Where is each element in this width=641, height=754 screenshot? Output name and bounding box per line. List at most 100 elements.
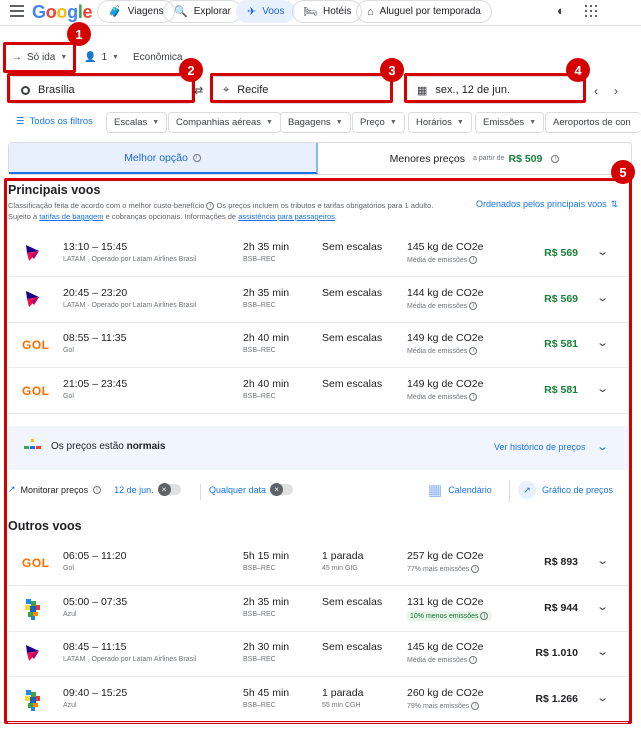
chevron-down-icon[interactable]: ⌄ <box>596 554 609 567</box>
emissions-comparison: Média de emissões i <box>407 301 478 310</box>
annotation-badge-1: 1 <box>67 22 91 46</box>
info-icon[interactable]: i <box>471 701 480 710</box>
next-date-icon[interactable]: › <box>614 84 618 98</box>
info-icon[interactable]: i <box>551 154 560 163</box>
info-icon[interactable]: i <box>469 301 478 310</box>
sort-icon: ⇅ <box>610 199 619 209</box>
filter-horarios[interactable]: Horários ▼ <box>408 112 472 133</box>
nav-voos[interactable]: ✈ Voos <box>236 0 296 23</box>
info-icon[interactable]: i <box>469 256 478 264</box>
airline-name: Gol <box>63 392 74 400</box>
info-icon[interactable]: i <box>469 347 478 355</box>
chevron-down-icon[interactable]: ⌄ <box>596 336 609 349</box>
track-any-toggle[interactable]: × <box>270 483 294 496</box>
tab-menores-precos[interactable]: Menores preços a partir de R$ 509 i <box>318 143 631 174</box>
flight-row[interactable]: 08:45 – 11:15 LATAM · Operado por Latam A… <box>8 632 628 677</box>
chevron-down-icon[interactable]: ⌄ <box>596 382 609 395</box>
filter-preco[interactable]: Preço ▼ <box>352 112 405 133</box>
menu-icon[interactable] <box>10 5 24 17</box>
price-history-link[interactable]: Ver histórico de preços <box>494 442 586 452</box>
info-icon[interactable]: i <box>206 202 215 211</box>
sort-order-button[interactable]: Ordenados pelos principais voos ⇅ <box>476 199 618 210</box>
flight-times: 06:05 – 11:20 <box>63 550 127 562</box>
co2-emissions: 145 kg de CO2e <box>407 241 484 253</box>
track-prices: ↗ Monitorar preços i 12 de jun. × <box>8 483 181 496</box>
flight-row[interactable]: GOL 08:55 – 11:35 Gol 2h 40 min BSB–REC Sem e… <box>8 323 628 368</box>
track-date-toggle[interactable]: × <box>157 483 181 496</box>
flight-price: R$ 944 <box>544 601 578 614</box>
flight-row[interactable]: 13:10 – 15:45 LATAM · Operado por Latam A… <box>8 232 628 277</box>
flight-duration: 2h 40 min <box>243 332 290 344</box>
flight-row[interactable]: GOL 06:05 – 11:20 Gol 5h 15 min BSB–REC 1 par… <box>8 541 628 586</box>
info-icon[interactable]: i <box>192 153 201 162</box>
chevron-down-icon[interactable]: ⌄ <box>596 600 609 613</box>
emissions-comparison: Média de emissões i <box>407 256 478 264</box>
co2-emissions: 257 kg de CO2e <box>407 550 484 562</box>
emissions-comparison: Média de emissões i <box>407 347 478 355</box>
baggage-fees-link[interactable]: tarifas de bagagem <box>39 212 103 221</box>
filter-aeroportos[interactable]: Aeroportos de con <box>545 112 641 133</box>
chevron-down-icon[interactable]: ⌄ <box>596 645 609 658</box>
passenger-assistance-link[interactable]: assistência para passageiros <box>238 212 335 221</box>
nav-explorar[interactable]: 🔍 Explorar <box>163 0 242 23</box>
dark-mode-icon[interactable]: ◐ <box>557 3 565 18</box>
trip-type-select[interactable]: → Só ida ▼ <box>12 52 67 63</box>
section-title-principais: Principais voos <box>8 183 101 197</box>
caret-down-icon: ▼ <box>456 119 464 126</box>
price-level-icon <box>24 439 41 453</box>
flight-row[interactable]: 20:45 – 23:20 LATAM · Operado por Latam A… <box>8 278 628 323</box>
google-logo[interactable]: Google <box>32 2 93 23</box>
flight-route: BSB–REC <box>243 301 276 309</box>
co2-emissions: 149 kg de CO2e <box>407 332 484 344</box>
passengers-select[interactable]: 👤 1 ▼ <box>84 52 119 63</box>
info-icon[interactable]: i <box>469 656 478 664</box>
annotation-badge-4: 4 <box>566 58 590 82</box>
all-filters-button[interactable]: ☰ Todos os filtros <box>16 116 93 127</box>
flight-price: R$ 1.010 <box>535 647 578 659</box>
info-icon[interactable]: i <box>471 565 480 573</box>
flight-duration: 5h 15 min <box>243 550 290 562</box>
annotation-box-4 <box>404 73 586 103</box>
airline-name: LATAM · Operado por Latam Airlines Brasi… <box>63 256 197 263</box>
flight-route: BSB–REC <box>243 256 276 263</box>
calendar-button[interactable]: ▦ Calendário <box>428 481 492 499</box>
nav-aluguel[interactable]: ⌂ Aluguel por temporada <box>356 0 492 23</box>
filter-escalas[interactable]: Escalas ▼ <box>106 112 168 133</box>
filter-emissoes[interactable]: Emissões ▼ <box>475 112 545 133</box>
flight-duration: 2h 35 min <box>243 595 290 608</box>
filter-bagagens[interactable]: Bagagens ▼ <box>280 112 351 133</box>
tab-melhor-opcao[interactable]: Melhor opção i <box>9 143 318 174</box>
latam-logo <box>26 290 39 307</box>
cabin-select[interactable]: Econômica <box>133 52 182 63</box>
airline-name: Azul <box>63 610 77 618</box>
co2-emissions: 131 kg de CO2e <box>407 595 484 608</box>
flight-row[interactable]: GOL 21:05 – 23:45 Gol 2h 40 min BSB–REC Sem e… <box>8 369 628 414</box>
chevron-down-icon[interactable]: ⌄ <box>596 291 609 304</box>
co2-emissions: 144 kg de CO2e <box>407 286 484 299</box>
info-icon[interactable]: i <box>469 392 478 401</box>
info-icon[interactable]: i <box>480 611 489 620</box>
track-any-date: Qualquer data × <box>209 483 294 496</box>
flight-stops: Sem escalas <box>322 241 383 253</box>
prev-date-icon[interactable]: ‹ <box>594 84 598 98</box>
chevron-down-icon[interactable]: ⌄ <box>596 691 609 704</box>
flight-row[interactable]: 05:00 – 07:35 Azul 2h 35 min BSB–REC Sem esc… <box>8 587 628 632</box>
swap-icon[interactable]: ⇄ <box>194 84 203 97</box>
chevron-down-icon[interactable]: ⌄ <box>596 245 609 258</box>
explore-icon: 🔍 <box>174 6 188 18</box>
nav-hoteis[interactable]: 🛏 Hotéis <box>292 0 363 23</box>
flight-row[interactable]: 09:40 – 15:25 Azul 5h 45 min BSB–REC 1 parad… <box>8 678 628 723</box>
price-graph-button[interactable]: ↗ Gráfico de preços <box>518 481 613 499</box>
info-icon[interactable]: i <box>93 485 102 494</box>
airline-name: Gol <box>63 565 74 572</box>
emissions-comparison: 79% mais emissões i <box>407 701 480 710</box>
co2-emissions: 145 kg de CO2e <box>407 641 484 653</box>
caret-down-icon: ▼ <box>112 54 119 61</box>
flight-route: BSB–REC <box>243 656 276 663</box>
apps-grid-icon[interactable] <box>585 5 597 17</box>
sort-tabs: Melhor opção i Menores preços a partir de R… <box>8 142 632 175</box>
divider <box>509 480 510 502</box>
flight-price: R$ 569 <box>544 292 578 305</box>
chevron-down-icon[interactable]: ⌄ <box>596 440 609 453</box>
filter-companhias[interactable]: Companhias aéreas ▼ <box>168 112 281 133</box>
